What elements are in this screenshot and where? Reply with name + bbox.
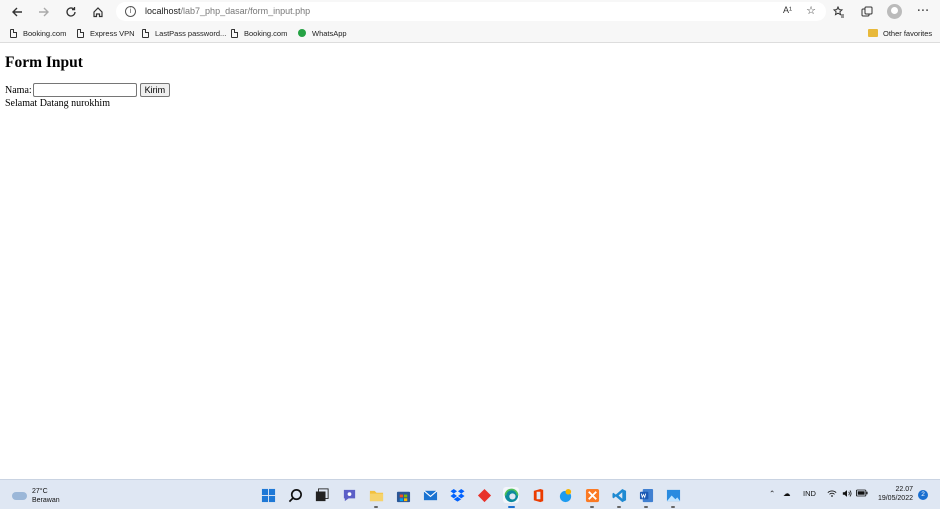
- read-aloud-icon[interactable]: A¹: [783, 5, 792, 15]
- page-icon: [142, 28, 149, 38]
- start-windows-icon[interactable]: [260, 487, 276, 503]
- url-path: /lab7_php_dasar/form_input.php: [180, 6, 311, 16]
- bookmark-item[interactable]: Express VPN: [77, 27, 135, 39]
- battery-icon[interactable]: [856, 489, 868, 499]
- name-input[interactable]: [32, 83, 137, 97]
- more-menu-icon[interactable]: ···: [914, 3, 932, 20]
- cloud-icon: [12, 492, 27, 500]
- browser-toolbar: i localhost/lab7_php_dasar/form_input.ph…: [0, 0, 940, 23]
- page-title: Form Input: [5, 54, 83, 71]
- url-host: localhost: [145, 6, 181, 16]
- clock-time: 22.07: [895, 486, 913, 493]
- weather-temp: 27°C: [32, 488, 48, 495]
- running-indicator: [671, 506, 675, 508]
- language-indicator[interactable]: IND: [803, 489, 816, 498]
- forward-arrow-icon[interactable]: [35, 3, 53, 20]
- profile-avatar[interactable]: [887, 4, 902, 19]
- bookmark-item[interactable]: LastPass password...: [142, 27, 226, 39]
- store-icon[interactable]: [395, 487, 411, 503]
- clock-date: 19/05/2022: [877, 495, 913, 502]
- mail-icon[interactable]: [422, 487, 438, 503]
- git-diamond-icon[interactable]: [476, 487, 492, 503]
- site-info-icon[interactable]: i: [125, 6, 136, 17]
- url-text[interactable]: localhost/lab7_php_dasar/form_input.php: [145, 6, 310, 16]
- greeting-text: Selamat Datang nurokhim: [5, 98, 110, 109]
- bookmark-label: Express VPN: [90, 28, 135, 38]
- notes-app-icon[interactable]: [557, 487, 573, 503]
- input-form: Nama: Kirim: [5, 83, 171, 97]
- page-content: Form Input Nama: Kirim Selamat Datang nu…: [0, 44, 940, 479]
- submit-button[interactable]: Kirim: [139, 83, 171, 97]
- task-view-icon[interactable]: [314, 487, 330, 503]
- system-clock[interactable]: 22.07 19/05/2022: [873, 485, 913, 503]
- bookmarks-bar: Booking.com Express VPN LastPass passwor…: [0, 23, 940, 43]
- add-favorite-star-icon[interactable]: ☆: [806, 4, 816, 17]
- chat-icon[interactable]: [341, 487, 357, 503]
- vscode-icon[interactable]: [611, 487, 627, 508]
- bookmark-label: Booking.com: [23, 28, 67, 38]
- address-bar[interactable]: i localhost/lab7_php_dasar/form_input.ph…: [116, 2, 826, 21]
- taskbar: 27°C Berawan ⌃ ☁ IND 22.07 19/05/2022 2: [0, 479, 940, 509]
- back-arrow-icon[interactable]: [8, 3, 26, 20]
- favorites-icon[interactable]: [830, 3, 848, 20]
- weather-desc: Berawan: [32, 497, 60, 504]
- running-indicator: [374, 506, 378, 508]
- volume-icon[interactable]: [842, 489, 852, 500]
- notification-badge[interactable]: 2: [918, 490, 928, 500]
- edge-browser-icon[interactable]: [503, 487, 519, 508]
- bookmark-item[interactable]: Booking.com: [10, 27, 66, 39]
- name-label: Nama:: [5, 84, 32, 96]
- bookmark-item[interactable]: Booking.com: [231, 27, 287, 39]
- onedrive-cloud-icon[interactable]: ☁: [783, 489, 791, 498]
- page-icon: [231, 28, 238, 38]
- xampp-icon[interactable]: [584, 487, 600, 508]
- other-favorites[interactable]: Other favorites: [868, 27, 932, 39]
- office-icon[interactable]: [530, 487, 546, 503]
- other-favorites-label: Other favorites: [883, 28, 933, 38]
- home-icon[interactable]: [89, 3, 107, 20]
- file-explorer-icon[interactable]: [368, 487, 384, 508]
- bookmark-label: Booking.com: [244, 28, 288, 38]
- whatsapp-icon: [298, 29, 306, 37]
- search-icon[interactable]: [287, 487, 303, 503]
- page-icon: [77, 28, 84, 38]
- refresh-icon[interactable]: [62, 3, 80, 20]
- wifi-icon[interactable]: [827, 489, 837, 500]
- page-icon: [10, 28, 17, 38]
- bookmark-item[interactable]: WhatsApp: [298, 27, 347, 39]
- folder-icon: [868, 29, 878, 37]
- bookmark-label: WhatsApp: [312, 28, 347, 38]
- photos-icon[interactable]: [665, 487, 681, 508]
- weather-widget[interactable]: 27°C Berawan: [12, 487, 60, 505]
- chevron-up-icon[interactable]: ⌃: [769, 489, 775, 498]
- running-indicator: [644, 506, 648, 508]
- bookmark-label: LastPass password...: [155, 28, 227, 38]
- running-indicator: [590, 506, 594, 508]
- active-indicator: [507, 506, 515, 508]
- running-indicator: [617, 506, 621, 508]
- collections-icon[interactable]: [858, 3, 876, 20]
- dropbox-icon[interactable]: [449, 487, 465, 503]
- word-icon[interactable]: [638, 487, 654, 508]
